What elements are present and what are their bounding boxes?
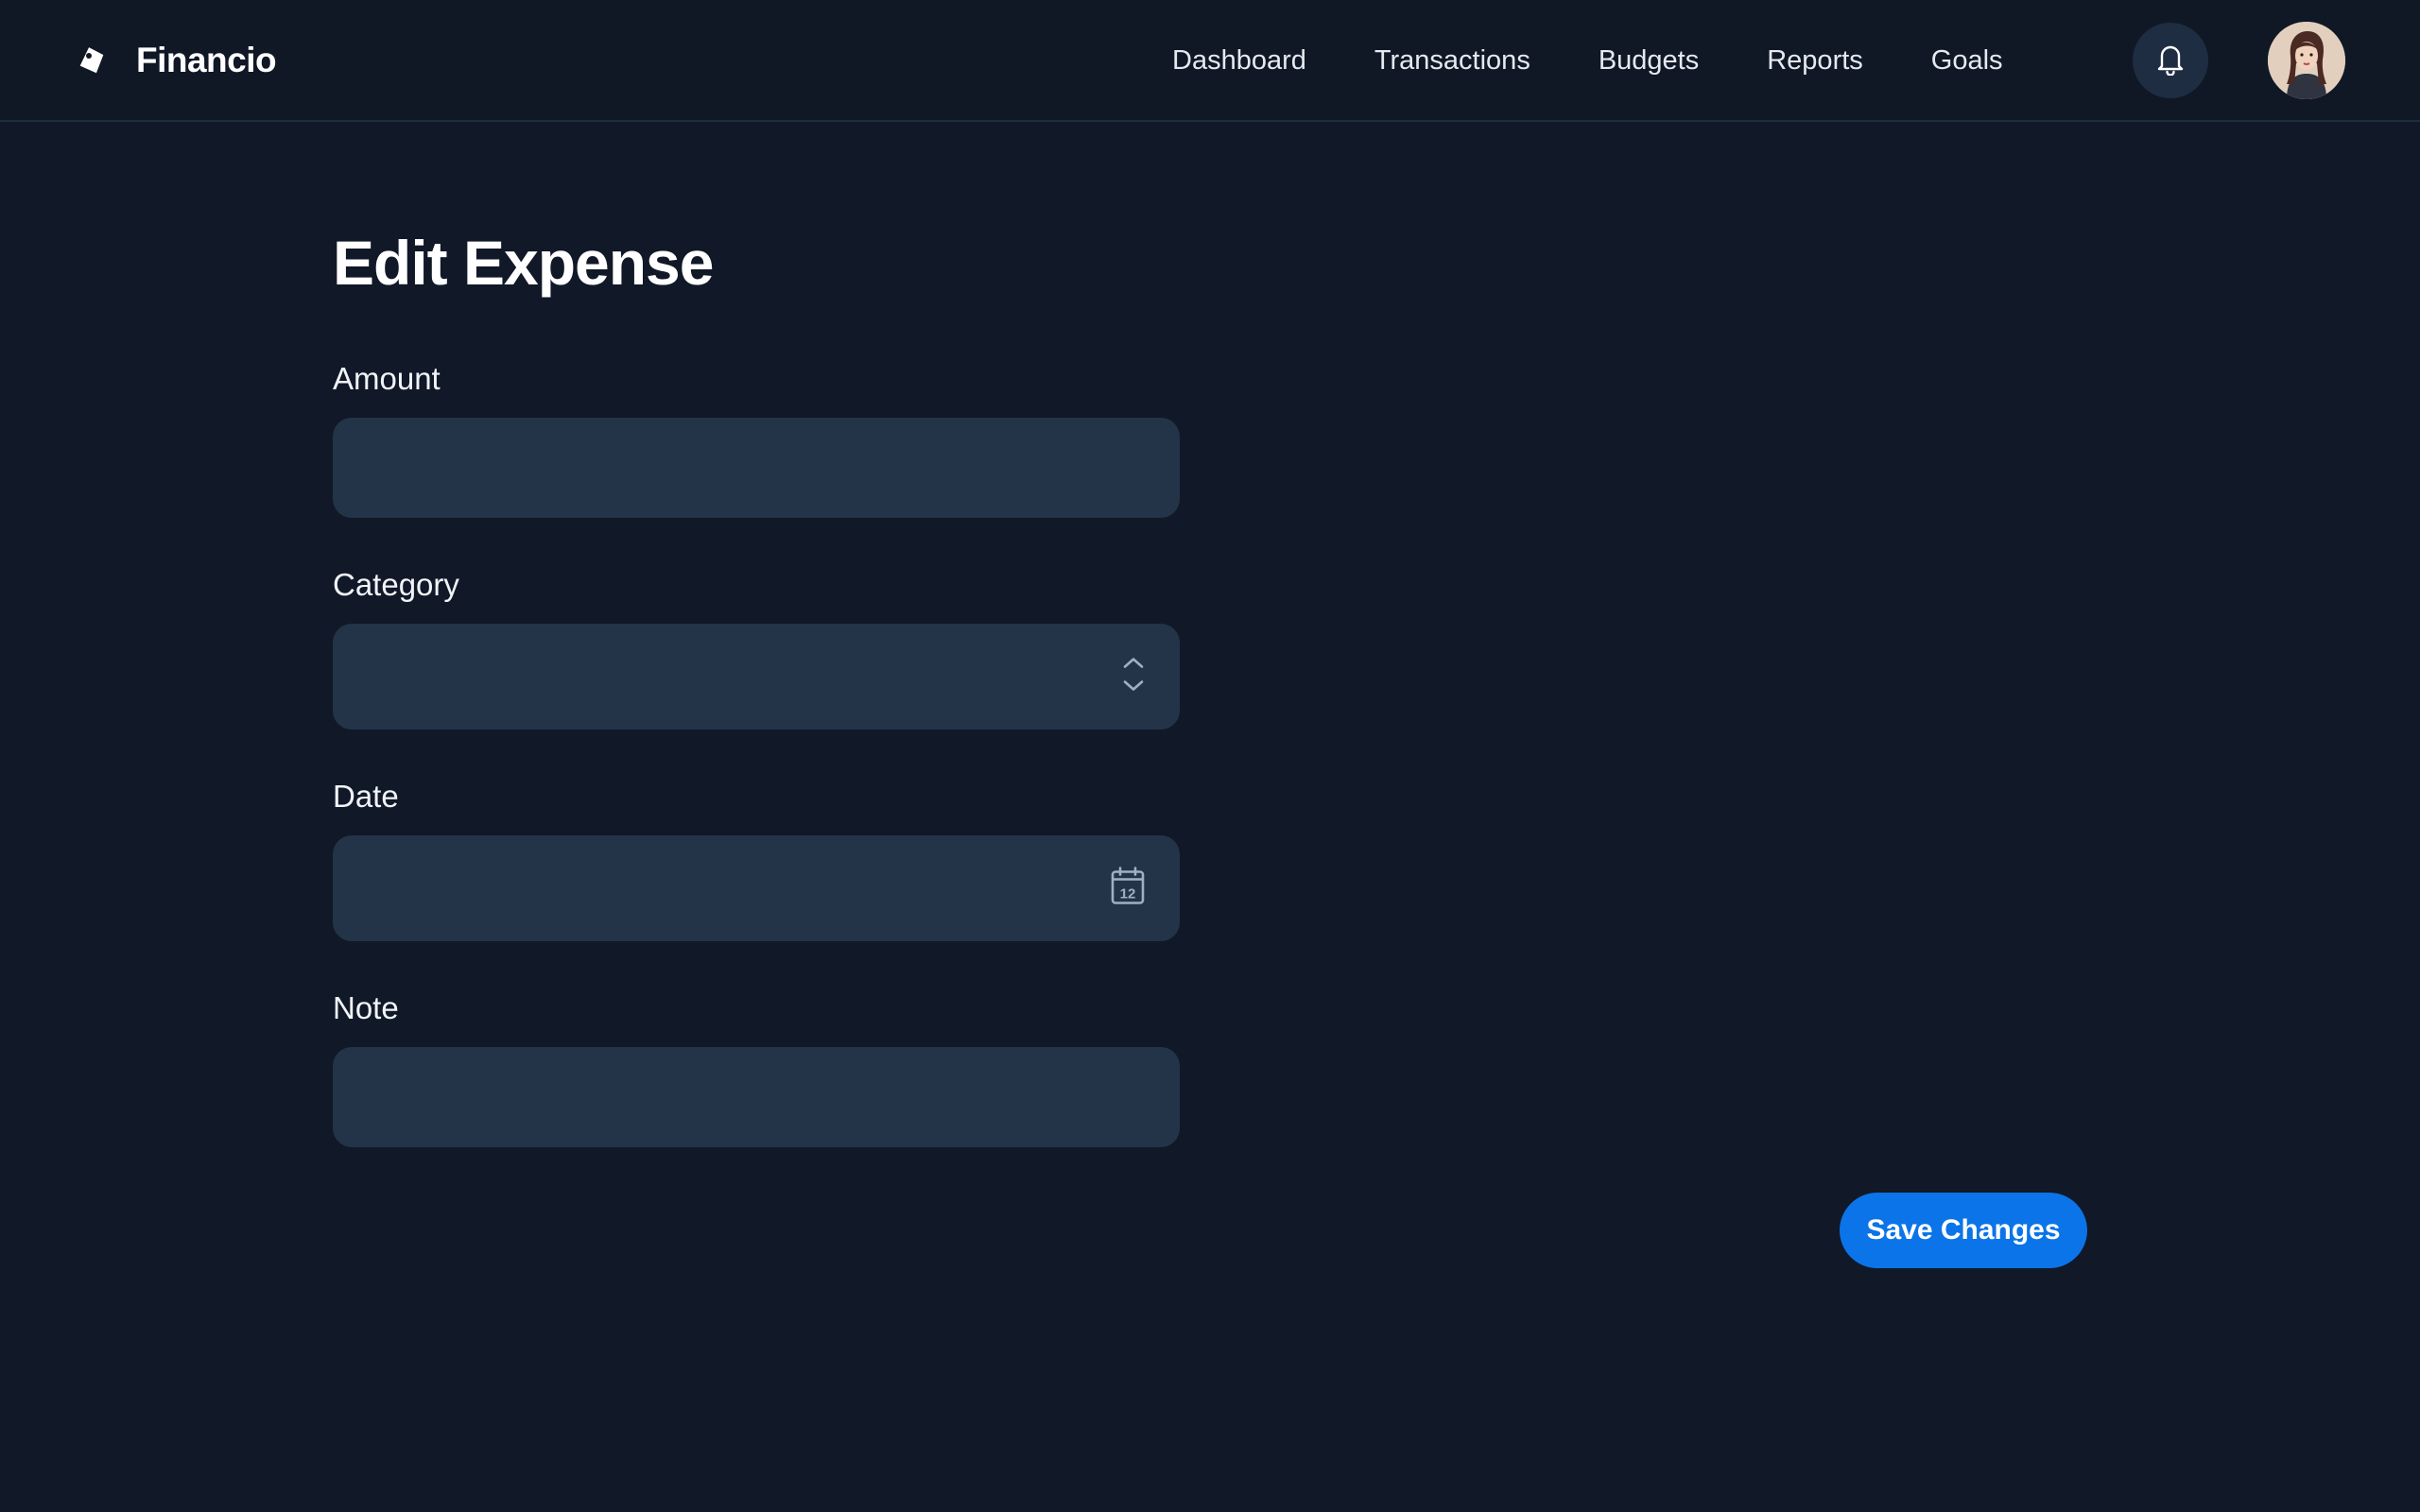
calendar-icon[interactable]: 12 <box>1110 867 1146 911</box>
nav-item-dashboard[interactable]: Dashboard <box>1172 45 1306 77</box>
nav-item-goals[interactable]: Goals <box>1931 45 2003 77</box>
amount-label: Amount <box>333 361 441 396</box>
nav-item-budgets[interactable]: Budgets <box>1599 45 1699 77</box>
bell-icon <box>2154 42 2187 80</box>
notifications-button[interactable] <box>2133 23 2208 98</box>
brand-name: Financio <box>136 41 277 79</box>
top-navigation-bar: Financio Dashboard Transactions Budgets … <box>0 0 2420 122</box>
tag-icon <box>76 44 108 77</box>
page-title: Edit Expense <box>333 228 714 298</box>
calendar-day-number: 12 <box>1120 886 1136 902</box>
category-select[interactable] <box>333 624 1180 730</box>
category-label: Category <box>333 567 459 602</box>
date-label: Date <box>333 779 399 814</box>
main-nav: Dashboard Transactions Budgets Reports G… <box>1172 38 2003 83</box>
amount-input[interactable] <box>333 418 1180 518</box>
brand[interactable]: Financio <box>76 34 277 87</box>
note-input[interactable] <box>333 1047 1180 1147</box>
nav-item-transactions[interactable]: Transactions <box>1374 45 1530 77</box>
save-changes-button[interactable]: Save Changes <box>1840 1193 2087 1268</box>
date-input[interactable]: 12 <box>333 835 1180 941</box>
nav-item-reports[interactable]: Reports <box>1767 45 1863 77</box>
user-avatar[interactable] <box>2268 22 2345 99</box>
note-label: Note <box>333 990 399 1025</box>
chevron-updown-icon <box>1121 654 1146 700</box>
